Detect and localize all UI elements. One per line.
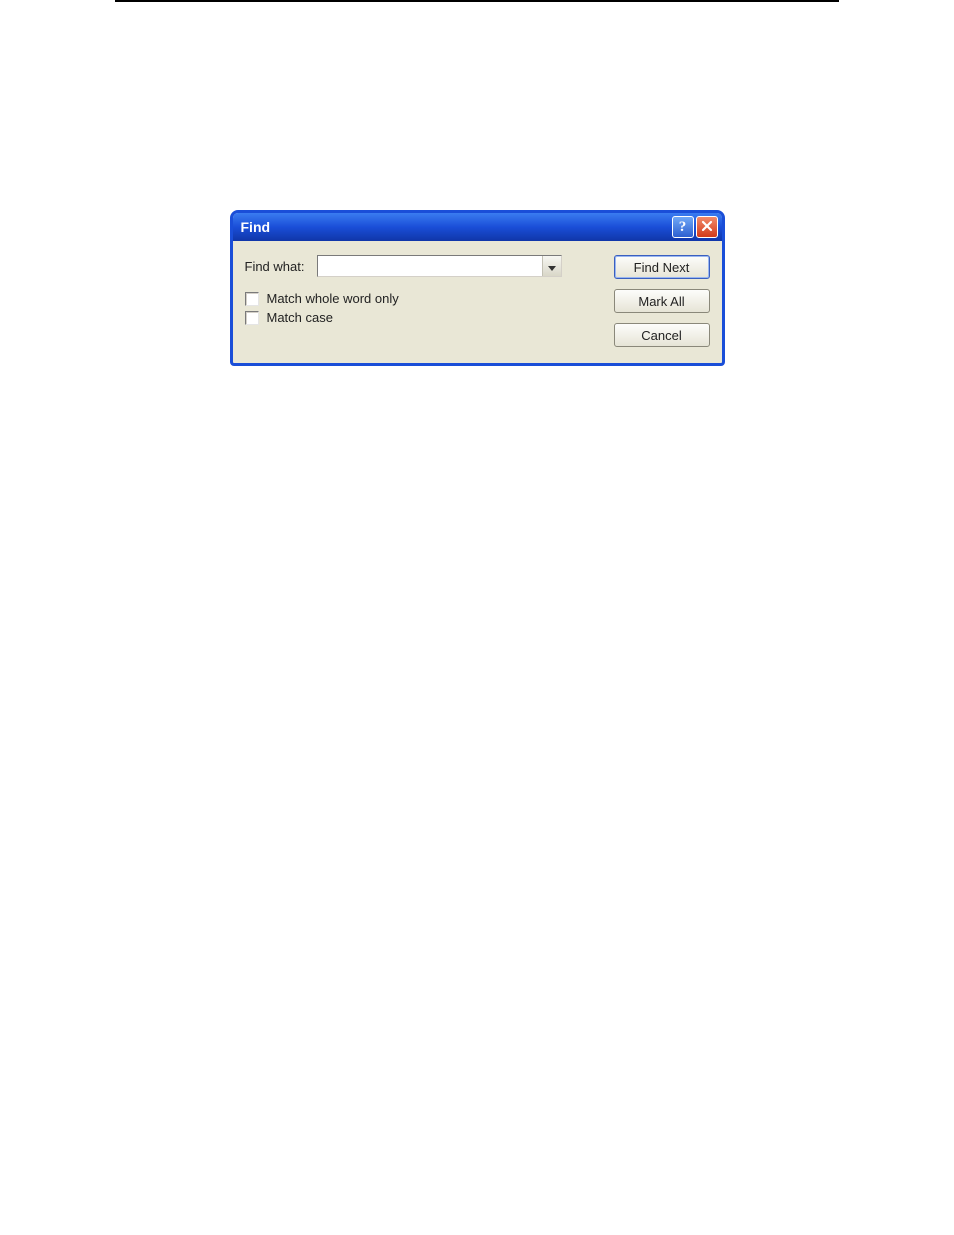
dialog-left-panel: Find what: M [245,255,594,347]
find-next-button[interactable]: Find Next [614,255,710,279]
options-group: Match whole word only Match case [245,291,594,325]
close-button[interactable] [696,216,718,238]
close-icon [701,219,713,235]
dialog-titlebar[interactable]: Find ? [233,213,722,241]
combobox-dropdown-button[interactable] [542,256,561,276]
match-whole-word-label: Match whole word only [267,291,399,306]
match-case-row[interactable]: Match case [245,310,594,325]
document-page: Find ? Find what: [0,0,954,1235]
dialog-button-column: Find Next Mark All Cancel [614,255,710,347]
find-what-input[interactable] [318,256,542,276]
match-case-label: Match case [267,310,333,325]
mark-all-button[interactable]: Mark All [614,289,710,313]
match-whole-word-row[interactable]: Match whole word only [245,291,594,306]
match-whole-word-checkbox[interactable] [245,292,259,306]
dialog-body: Find what: M [233,241,722,363]
chevron-down-icon [548,259,556,274]
find-what-label: Find what: [245,259,317,274]
find-dialog: Find ? Find what: [230,210,725,366]
dialog-title: Find [241,219,670,235]
help-icon: ? [679,219,687,236]
dialog-container: Find ? Find what: [115,210,839,366]
find-what-row: Find what: [245,255,594,277]
help-button[interactable]: ? [672,216,694,238]
find-what-combobox[interactable] [317,255,562,277]
horizontal-rule [115,1,839,2]
cancel-button[interactable]: Cancel [614,323,710,347]
match-case-checkbox[interactable] [245,311,259,325]
